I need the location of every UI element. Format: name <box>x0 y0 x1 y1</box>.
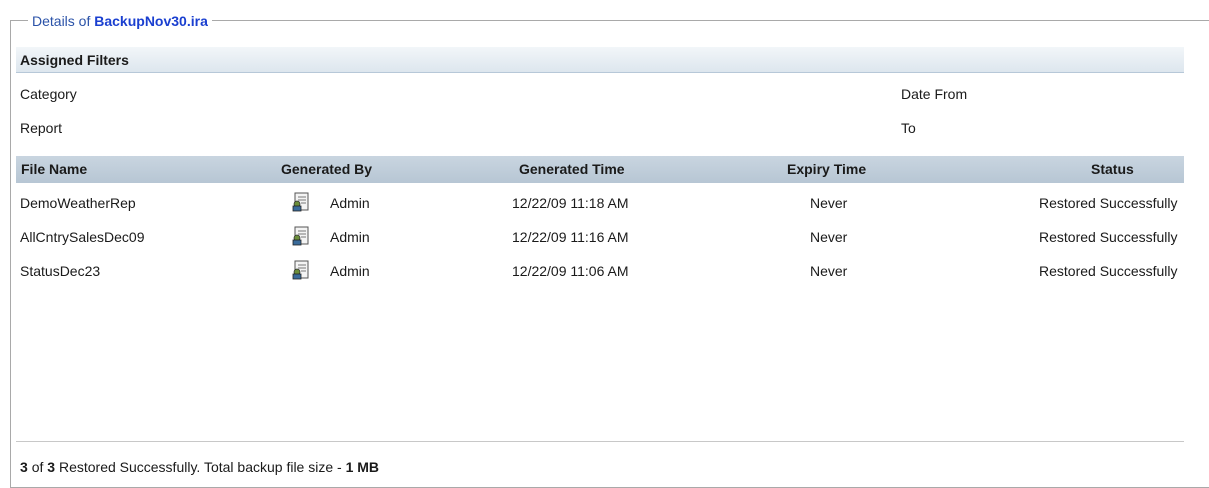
to-label: To <box>901 120 916 136</box>
legend-prefix: Details of <box>32 13 91 29</box>
expiry-time-cell: Never <box>810 195 848 211</box>
summary-line: 3 of 3 Restored Successfully. Total back… <box>20 458 379 476</box>
generated-time-cell: 12/22/09 11:18 AM <box>512 195 629 211</box>
assigned-filters-header: Assigned Filters <box>16 47 1184 73</box>
details-legend: Details of BackupNov30.ira <box>28 12 212 30</box>
status-cell: Restored Successfully <box>1039 229 1178 245</box>
table-header: File Name Generated By Generated Time Ex… <box>16 156 1184 183</box>
file-name-cell: AllCntrySalesDec09 <box>20 229 145 245</box>
summary-divider <box>16 441 1184 442</box>
total-count: 3 <box>47 459 56 475</box>
summary-text: Restored Successfully. Total backup file… <box>58 459 342 475</box>
column-generated-time[interactable]: Generated Time <box>519 156 625 183</box>
restored-count: 3 <box>20 459 28 475</box>
report-user-icon <box>292 260 309 280</box>
column-file-name[interactable]: File Name <box>21 156 87 183</box>
generated-time-cell: 12/22/09 11:16 AM <box>512 229 629 245</box>
table-row[interactable]: StatusDec23 Admin 12/22/09 11:06 AM Neve… <box>16 254 1184 288</box>
generated-time-cell: 12/22/09 11:06 AM <box>512 263 629 279</box>
generated-by-cell: Admin <box>330 229 370 245</box>
file-name-cell: DemoWeatherRep <box>20 195 136 211</box>
generated-by-cell: Admin <box>330 195 370 211</box>
status-cell: Restored Successfully <box>1039 195 1178 211</box>
column-status[interactable]: Status <box>1091 156 1134 183</box>
file-name-cell: StatusDec23 <box>20 263 101 279</box>
backup-size: 1 MB <box>345 459 380 475</box>
legend-file-name: BackupNov30.ira <box>94 13 208 29</box>
expiry-time-cell: Never <box>810 263 848 279</box>
category-label: Category <box>20 86 77 102</box>
expiry-time-cell: Never <box>810 229 848 245</box>
generated-by-cell: Admin <box>330 263 370 279</box>
report-user-icon <box>292 192 309 212</box>
report-label: Report <box>20 120 63 136</box>
status-cell: Restored Successfully <box>1039 263 1178 279</box>
table-row[interactable]: DemoWeatherRep Admin 12/22/09 11:18 AM N… <box>16 186 1184 220</box>
table-row[interactable]: AllCntrySalesDec09 Admin 12/22/09 11:16 … <box>16 220 1184 254</box>
summary-of: of <box>31 459 44 475</box>
column-generated-by[interactable]: Generated By <box>281 156 372 183</box>
report-user-icon <box>292 226 309 246</box>
column-expiry-time[interactable]: Expiry Time <box>787 156 866 183</box>
date-from-label: Date From <box>901 86 968 102</box>
